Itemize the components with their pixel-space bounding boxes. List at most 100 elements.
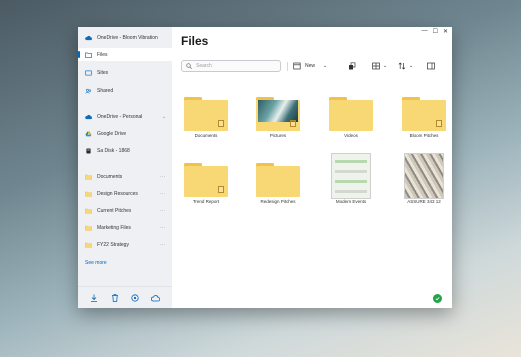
page-title: Files xyxy=(181,34,209,48)
file-tile-assure[interactable]: ASSURE 343 12 xyxy=(399,153,449,204)
maximize-button[interactable]: ☐ xyxy=(433,28,438,35)
more-icon[interactable]: ··· xyxy=(160,208,167,214)
new-icon xyxy=(293,62,301,70)
folder-icon xyxy=(85,225,92,231)
location-disk[interactable]: Sa Disk - 1868 xyxy=(78,144,172,157)
folder-thumbnail xyxy=(329,97,373,131)
document-icon xyxy=(218,120,224,127)
view-grid-icon xyxy=(372,62,380,70)
view-button[interactable]: ⌄ xyxy=(372,61,387,71)
new-button-label: New xyxy=(305,63,316,69)
folder-thumbnail xyxy=(256,163,300,197)
cloud-icon xyxy=(85,114,92,119)
sidebar-item-sites[interactable]: Sites xyxy=(78,66,172,79)
close-button[interactable]: ✕ xyxy=(443,28,448,35)
location-google-drive[interactable]: Google Drive xyxy=(78,127,172,140)
cloud-sync-icon[interactable] xyxy=(151,293,161,303)
file-name: ASSURE 343 12 xyxy=(407,199,441,204)
folder-icon xyxy=(85,191,92,197)
image-icon xyxy=(290,120,296,127)
photo-preview xyxy=(258,100,298,122)
chevron-down-icon: ⌄ xyxy=(409,63,414,69)
link-icon xyxy=(436,120,442,127)
file-name: Trend Report xyxy=(192,199,220,204)
folder-icon xyxy=(85,208,92,214)
sync-status-icon[interactable] xyxy=(433,294,442,303)
sidebar: OneDrive - Bloom Vibration Files Sites S… xyxy=(78,27,172,308)
more-icon[interactable]: ··· xyxy=(160,191,167,197)
file-name: Documents xyxy=(194,133,218,138)
search-placeholder: Search xyxy=(196,63,212,69)
new-button[interactable]: New ⌄ xyxy=(293,61,327,71)
folder-icon xyxy=(85,242,92,248)
search-input[interactable]: Search xyxy=(181,60,281,72)
account-header[interactable]: OneDrive - Bloom Vibration xyxy=(78,31,172,44)
file-tile-redesign-pitches[interactable]: Redesign Pitches xyxy=(253,163,303,204)
sidebar-item-shared[interactable]: Shared xyxy=(78,84,172,97)
location-label: Google Drive xyxy=(97,130,127,137)
main-pane: — ☐ ✕ Files Search New ⌄ ⌄ ⌄ Documents P… xyxy=(172,27,452,308)
sort-button[interactable]: ⌄ xyxy=(398,61,413,71)
more-icon[interactable]: ··· xyxy=(160,242,167,248)
folder-thumbnail xyxy=(184,97,228,131)
trash-icon[interactable] xyxy=(110,293,120,303)
folder-label: FY22 Strategy xyxy=(97,241,129,248)
file-name: Pictures xyxy=(269,133,287,138)
sites-icon xyxy=(85,70,92,75)
image-thumbnail xyxy=(329,153,373,199)
sort-icon xyxy=(398,62,406,70)
folder-label: Marketing Files xyxy=(97,224,131,231)
location-label: Sa Disk - 1868 xyxy=(97,147,130,154)
settings-icon[interactable] xyxy=(130,293,140,303)
file-tile-documents[interactable]: Documents xyxy=(181,97,231,138)
folder-item-documents[interactable]: Documents ··· xyxy=(78,170,172,183)
chevron-down-icon: ⌄ xyxy=(383,63,388,69)
file-tile-pictures[interactable]: Pictures xyxy=(253,97,303,138)
sidebar-item-label: Files xyxy=(97,51,108,58)
chevron-down-icon[interactable]: ⌄ xyxy=(162,114,166,120)
sidebar-bottom-bar xyxy=(78,286,172,308)
folder-item-current-pitches[interactable]: Current Pitches ··· xyxy=(78,204,172,217)
account-header-label: OneDrive - Bloom Vibration xyxy=(97,34,158,41)
folder-label: Current Pitches xyxy=(97,207,132,214)
folder-thumbnail xyxy=(184,163,228,197)
file-tile-bloom-pitches[interactable]: Bloom Pitches xyxy=(399,97,449,138)
folder-item-marketing-files[interactable]: Marketing Files ··· xyxy=(78,221,172,234)
sidebar-item-label: Sites xyxy=(97,69,109,76)
download-icon[interactable] xyxy=(89,293,99,303)
file-name: Bloom Pitches xyxy=(409,133,439,138)
shared-icon xyxy=(85,88,92,94)
see-more-link[interactable]: See more xyxy=(85,260,107,266)
file-name: Redesign Pitches xyxy=(260,199,296,204)
google-drive-icon xyxy=(85,130,92,136)
share-icon xyxy=(349,62,356,70)
minimize-button[interactable]: — xyxy=(422,28,428,35)
details-pane-button[interactable] xyxy=(427,61,435,71)
folder-item-design-resources[interactable]: Design Resources ··· xyxy=(78,187,172,200)
folder-item-fy22-strategy[interactable]: FY22 Strategy ··· xyxy=(78,238,172,251)
folder-thumbnail xyxy=(256,97,300,131)
image-thumbnail xyxy=(402,153,446,199)
share-button[interactable] xyxy=(348,61,356,71)
search-icon xyxy=(186,63,192,69)
active-indicator xyxy=(78,51,80,58)
folder-icon xyxy=(85,52,92,58)
file-name: Videos xyxy=(344,133,358,138)
chevron-down-icon: ⌄ xyxy=(323,63,328,69)
link-icon xyxy=(218,186,224,193)
folder-label: Design Resources xyxy=(97,190,138,197)
folder-label: Documents xyxy=(97,173,123,180)
more-icon[interactable]: ··· xyxy=(160,174,167,180)
sidebar-item-files[interactable]: Files xyxy=(78,48,172,61)
file-tile-modern-events[interactable]: Modern Events xyxy=(326,153,376,204)
files-window: OneDrive - Bloom Vibration Files Sites S… xyxy=(78,27,452,308)
more-icon[interactable]: ··· xyxy=(160,225,167,231)
sidebar-item-label: Shared xyxy=(97,87,114,94)
cloud-icon xyxy=(85,35,92,40)
folder-icon xyxy=(85,174,92,180)
file-tile-trend-report[interactable]: Trend Report xyxy=(181,163,231,204)
file-tile-videos[interactable]: Videos xyxy=(326,97,376,138)
toolbar-divider xyxy=(287,61,288,71)
location-label: OneDrive - Personal xyxy=(97,113,143,120)
location-onedrive-personal[interactable]: OneDrive - Personal ⌄ xyxy=(78,110,172,123)
